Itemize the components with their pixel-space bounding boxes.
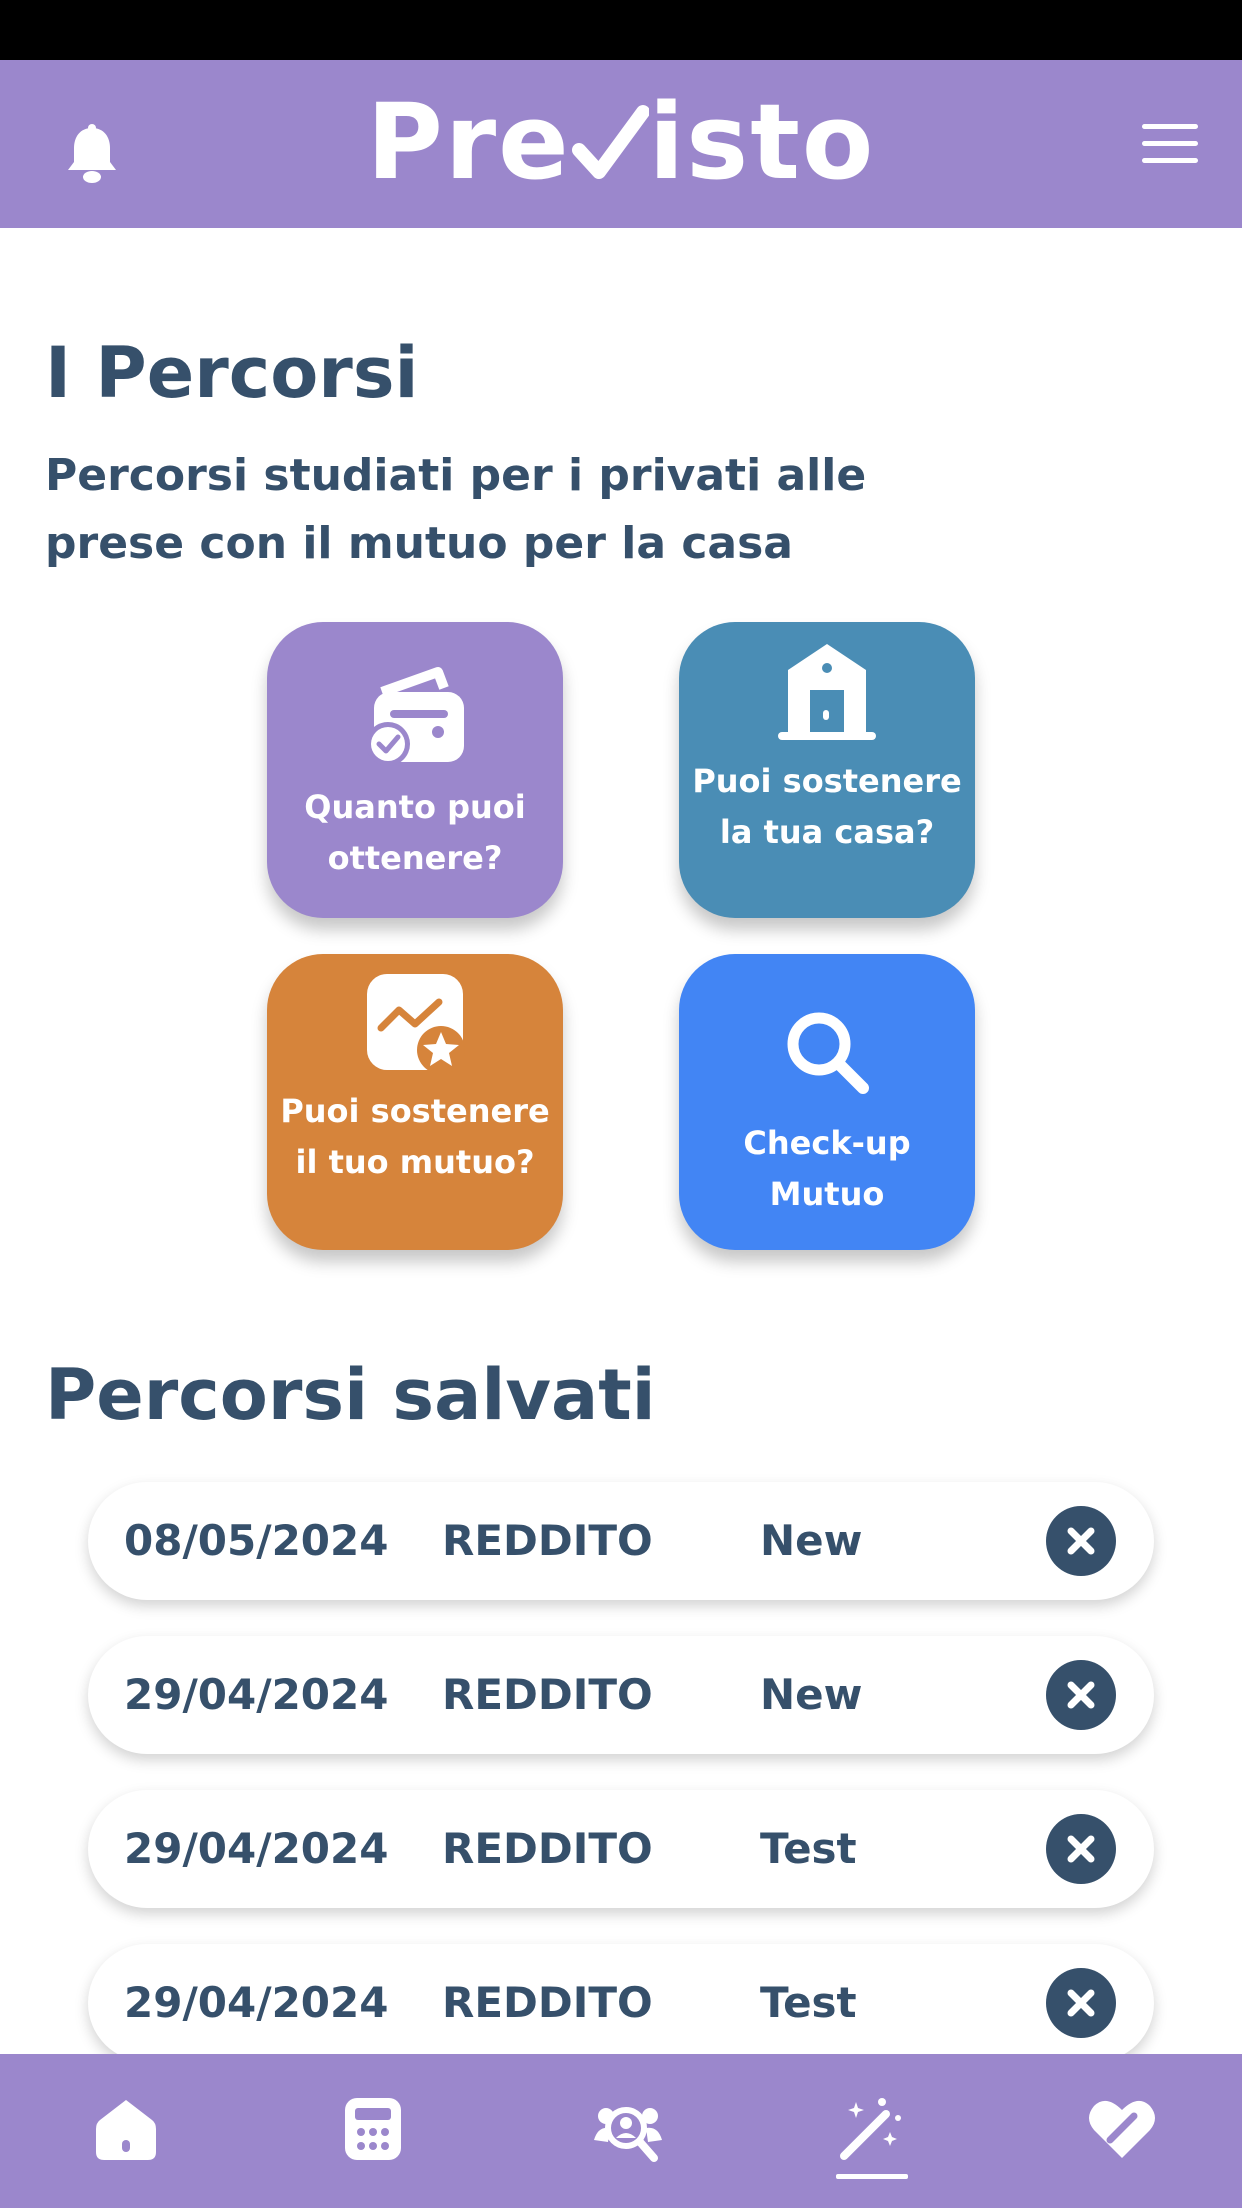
row-type: REDDITO [442,1978,653,2027]
tile-label: Puoi sostenere la tua casa? [692,762,962,851]
page-subtitle: Percorsi studiati per i privati alle pre… [45,450,867,569]
delete-icon[interactable] [1046,1506,1116,1576]
magic-wand-icon [840,2098,901,2160]
tile-label: Check-up Mutuo [743,1124,911,1213]
wallet-check-icon [366,667,464,766]
saved-row[interactable]: 08/05/2024 REDDITO New [88,1482,1154,1600]
nav-home[interactable] [64,2054,184,2208]
active-tab-indicator [836,2174,908,2179]
tile-check-up-mutuo[interactable]: Check-up Mutuo [679,954,975,1250]
row-name: Test [760,1978,857,2027]
app-header: Pre isto [0,60,1242,228]
saved-row[interactable]: 29/04/2024 REDDITO Test [88,1790,1154,1908]
tile-label: Quanto puoi ottenere? [304,788,526,877]
row-date: 08/05/2024 [124,1516,389,1565]
home-icon [96,2100,156,2160]
logo-text-before: Pre [366,81,571,203]
saved-row[interactable]: 29/04/2024 REDDITO New [88,1636,1154,1754]
row-type: REDDITO [442,1516,653,1565]
page-title: I Percorsi [45,332,419,414]
logo-text-after: isto [648,81,876,203]
delete-icon[interactable] [1046,1814,1116,1884]
house-door-icon [778,644,876,740]
status-bar [0,0,1242,60]
row-type: REDDITO [442,1824,653,1873]
magnifier-icon [787,1012,869,1094]
nav-magic-wand[interactable] [806,2054,926,2208]
hamburger-menu-icon[interactable] [1142,124,1198,168]
row-date: 29/04/2024 [124,1978,389,2027]
row-date: 29/04/2024 [124,1824,389,1873]
delete-icon[interactable] [1046,1968,1116,2038]
tile-quanto-puoi-ottenere[interactable]: Quanto puoi ottenere? [267,622,563,918]
saved-section-title: Percorsi salvati [45,1354,656,1436]
people-search-icon [594,2107,662,2162]
nav-people-search[interactable] [562,2054,682,2208]
app-logo: Pre isto [0,82,1242,202]
row-name: New [760,1670,863,1719]
row-date: 29/04/2024 [124,1670,389,1719]
calculator-icon [345,2098,401,2160]
heart-icon [1089,2100,1155,2158]
tile-label: Puoi sostenere il tuo mutuo? [280,1092,550,1181]
delete-icon[interactable] [1046,1660,1116,1730]
row-name: New [760,1516,863,1565]
logo-check-icon [571,105,649,179]
tile-puoi-sostenere-la-tua-casa[interactable]: Puoi sostenere la tua casa? [679,622,975,918]
saved-row[interactable]: 29/04/2024 REDDITO Test [88,1944,1154,2062]
bottom-nav [0,2054,1242,2208]
row-type: REDDITO [442,1670,653,1719]
tile-puoi-sostenere-il-tuo-mutuo[interactable]: Puoi sostenere il tuo mutuo? [267,954,563,1250]
chart-star-icon [367,974,465,1074]
nav-favorites[interactable] [1056,2054,1176,2208]
row-name: Test [760,1824,857,1873]
nav-calculator[interactable] [313,2054,433,2208]
